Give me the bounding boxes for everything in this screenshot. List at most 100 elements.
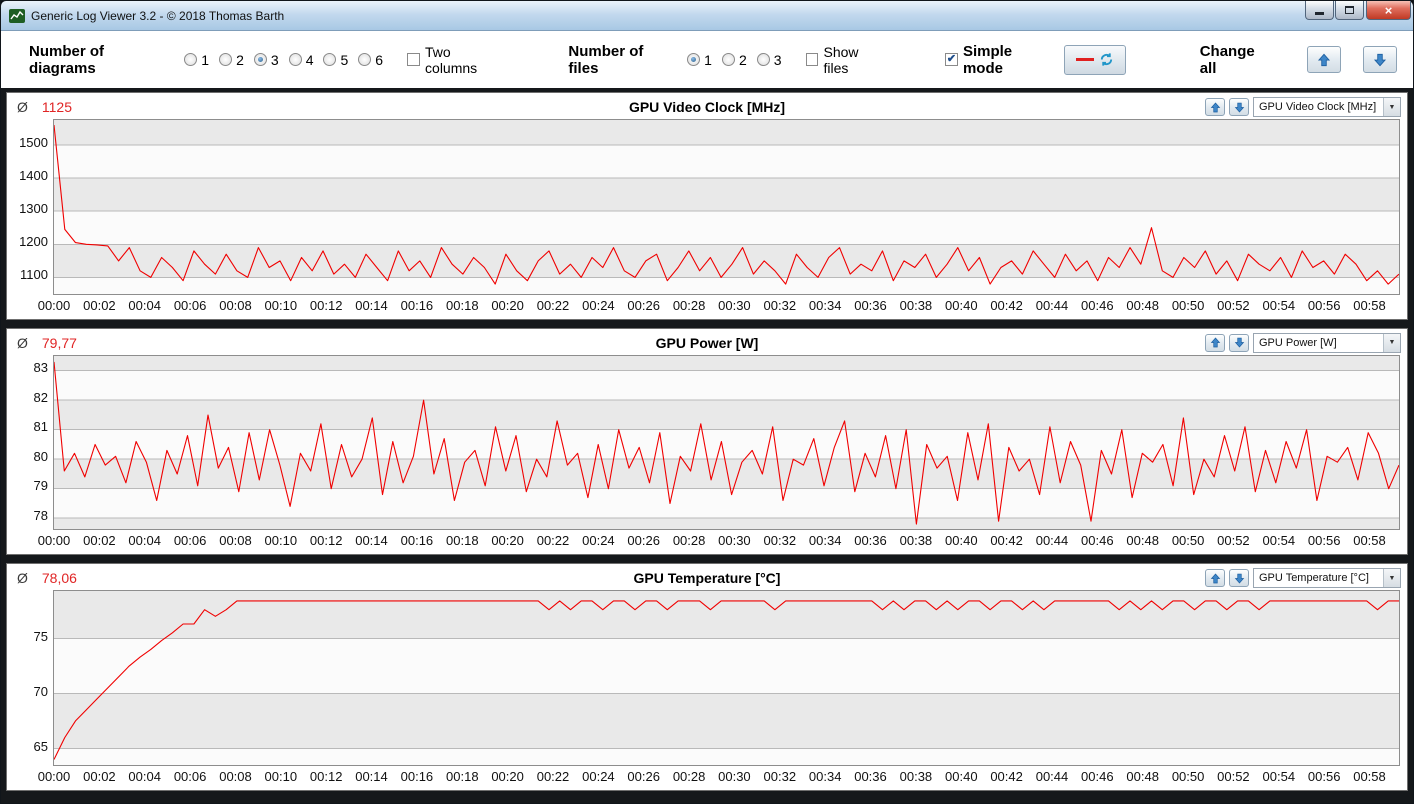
arrow-up-icon [1317, 53, 1331, 67]
chart-plot-area [53, 119, 1400, 295]
window-titlebar[interactable]: Generic Log Viewer 3.2 - © 2018 Thomas B… [1, 1, 1413, 31]
app-icon [9, 8, 25, 24]
x-tick-label: 00:36 [854, 533, 887, 549]
radio-icon [687, 53, 701, 66]
radio-diagrams-4[interactable]: 4 [288, 52, 313, 68]
x-tick-label: 00:36 [854, 297, 887, 313]
radio-icon [323, 53, 337, 66]
x-tick-label: 00:42 [990, 297, 1023, 313]
x-tick-label: 00:52 [1217, 769, 1250, 785]
x-tick-label: 00:34 [808, 769, 842, 785]
average-symbol: Ø [17, 99, 28, 115]
arrow-up-icon [1210, 573, 1221, 584]
radio-label: 2 [236, 51, 244, 68]
change-all-up-button[interactable] [1307, 46, 1342, 73]
x-tick-label: 00:58 [1353, 297, 1386, 313]
app-window: Generic Log Viewer 3.2 - © 2018 Thomas B… [0, 0, 1414, 804]
radio-diagrams-2[interactable]: 2 [219, 52, 244, 68]
x-axis-labels: 00:00 00:02 00:04 00:06 00:08 00:10 00:12 00:14… [38, 530, 1399, 554]
radio-label: 3 [270, 51, 279, 68]
checkbox-label: Simple mode [962, 42, 1013, 77]
plot-row: 1100 1200 1300 1400 1500 [7, 119, 1407, 295]
y-tick-label: 83 [33, 360, 48, 376]
x-tick-label: 00:50 [1171, 769, 1205, 785]
line-style-refresh-button[interactable] [1063, 44, 1126, 75]
average-value: 79,77 [41, 334, 77, 351]
x-tick-label: 00:00 [37, 533, 71, 549]
y-tick-label: 78 [33, 507, 48, 523]
x-tick-label: 00:02 [83, 769, 116, 785]
radio-files-3[interactable]: 3 [756, 52, 782, 68]
x-tick-label: 00:52 [1217, 533, 1250, 549]
y-tick-label: 70 [33, 683, 48, 699]
x-tick-label: 00:16 [400, 769, 434, 785]
charts-area: Ø 1125 GPU Video Clock [MHz] GPU Video C… [1, 88, 1413, 803]
x-axis-labels: 00:00 00:02 00:04 00:06 00:08 00:10 00:12 00:14… [38, 766, 1399, 790]
metric-dropdown-value: GPU Power [W] [1259, 336, 1337, 349]
x-tick-label: 00:02 [83, 297, 116, 313]
metric-dropdown[interactable]: GPU Power [W] ▼ [1253, 332, 1401, 353]
y-axis-labels: 65 70 75 [7, 590, 53, 766]
simple-mode-checkbox[interactable]: ✔ Simple mode [945, 43, 1056, 77]
show-files-checkbox[interactable]: Show files [805, 44, 887, 76]
radio-icon [253, 53, 267, 66]
x-tick-label: 00:22 [536, 533, 570, 549]
x-tick-label: 00:38 [899, 769, 933, 785]
metric-dropdown[interactable]: GPU Video Clock [MHz] ▼ [1253, 97, 1401, 117]
move-down-button[interactable] [1229, 569, 1249, 588]
radio-icon [288, 53, 302, 66]
radio-label: 1 [704, 51, 712, 68]
x-tick-label: 00:10 [264, 297, 298, 313]
two-columns-checkbox[interactable]: Two columns [407, 44, 506, 76]
x-tick-label: 00:32 [763, 297, 797, 313]
x-tick-label: 00:52 [1217, 297, 1250, 313]
maximize-button[interactable] [1335, 1, 1364, 20]
panel-controls: GPU Video Clock [MHz] ▼ [1205, 97, 1401, 117]
average-readout: Ø 79,77 [17, 335, 77, 351]
arrow-up-icon [1210, 337, 1221, 348]
move-up-button[interactable] [1205, 569, 1225, 588]
x-tick-label: 00:26 [627, 533, 660, 549]
close-button[interactable]: × [1366, 1, 1411, 20]
panel-header: Ø 1125 GPU Video Clock [MHz] GPU Video C… [7, 93, 1407, 119]
move-up-button[interactable] [1205, 98, 1225, 116]
radio-label: 1 [201, 51, 210, 68]
chart-title: GPU Temperature [°C] [633, 570, 781, 587]
average-value: 78,06 [41, 570, 77, 587]
move-down-button[interactable] [1229, 98, 1249, 116]
average-symbol: Ø [17, 570, 28, 587]
average-value: 1125 [41, 99, 72, 115]
y-tick-label: 82 [33, 389, 48, 405]
x-tick-label: 00:40 [945, 769, 978, 785]
x-tick-label: 00:20 [491, 769, 524, 785]
metric-dropdown[interactable]: GPU Temperature [°C] ▼ [1253, 568, 1401, 589]
x-tick-label: 00:58 [1353, 769, 1386, 785]
chart-plot-area [53, 590, 1400, 767]
checkbox-icon [805, 53, 819, 66]
x-tick-label: 00:44 [1035, 533, 1069, 549]
radio-icon [721, 53, 735, 66]
x-tick-label: 00:18 [446, 533, 479, 549]
x-axis-labels: 00:00 00:02 00:04 00:06 00:08 00:10 00:12 00:14… [38, 295, 1399, 319]
x-tick-label: 00:56 [1307, 297, 1341, 313]
radio-files-1[interactable]: 1 [687, 52, 712, 68]
x-tick-label: 00:42 [990, 533, 1023, 549]
x-tick-label: 00:22 [536, 297, 570, 313]
radio-files-2[interactable]: 2 [721, 52, 747, 68]
radio-diagrams-1[interactable]: 1 [184, 52, 209, 68]
y-tick-label: 81 [33, 419, 48, 435]
x-tick-label: 00:40 [945, 297, 978, 313]
chart-panel-video-clock: Ø 1125 GPU Video Clock [MHz] GPU Video C… [6, 92, 1408, 320]
minimize-button[interactable] [1305, 1, 1334, 20]
x-tick-label: 00:34 [808, 533, 842, 549]
x-tick-label: 00:10 [264, 769, 298, 785]
radio-diagrams-6[interactable]: 6 [358, 52, 383, 68]
arrow-down-icon [1234, 573, 1245, 584]
move-down-button[interactable] [1229, 333, 1249, 352]
radio-diagrams-5[interactable]: 5 [323, 52, 348, 68]
radio-diagrams-3[interactable]: 3 [253, 51, 279, 68]
radio-label: 5 [340, 51, 349, 68]
move-up-button[interactable] [1205, 333, 1225, 352]
y-tick-label: 79 [33, 478, 48, 494]
change-all-down-button[interactable] [1363, 46, 1398, 73]
